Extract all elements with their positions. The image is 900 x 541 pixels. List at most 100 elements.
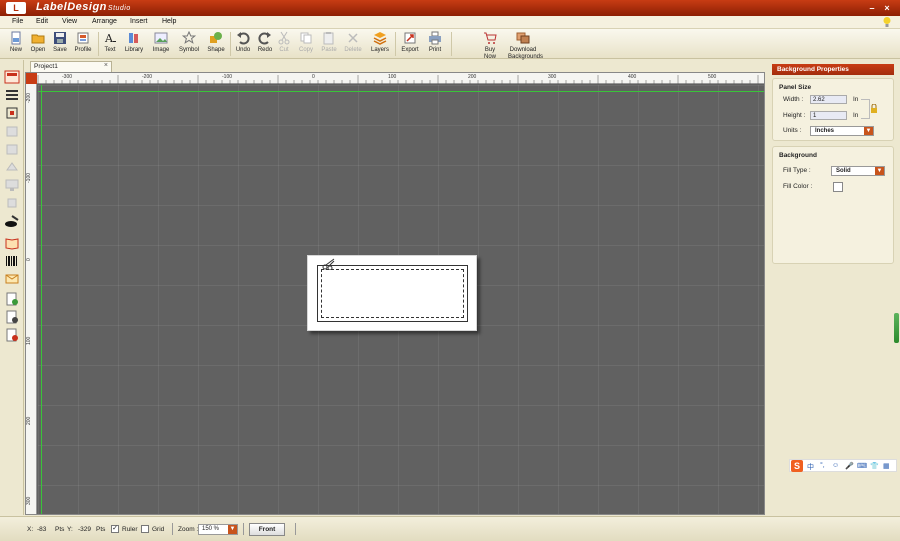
tip-bulb-icon[interactable] bbox=[882, 16, 892, 28]
book-tool[interactable] bbox=[4, 236, 20, 250]
ruler-label: 0 bbox=[312, 74, 315, 80]
properties-panel: Background Properties Panel Size Width :… bbox=[769, 60, 900, 515]
fill-tool[interactable] bbox=[4, 214, 20, 228]
y-unit: Pts bbox=[96, 526, 106, 533]
ime-chinese-mode[interactable]: 中 bbox=[807, 462, 814, 472]
download-backgrounds-icon bbox=[516, 32, 530, 44]
background-title: Background bbox=[779, 152, 817, 159]
lock-icon[interactable] bbox=[870, 104, 878, 113]
aspect-lock-bracket bbox=[861, 99, 870, 119]
copy-icon bbox=[300, 32, 312, 44]
redo-icon bbox=[258, 32, 271, 45]
ruler-label: 100 bbox=[26, 336, 32, 345]
ime-punctuation[interactable]: °, bbox=[820, 462, 825, 469]
add-item-tool[interactable] bbox=[4, 292, 20, 306]
buy-now-button[interactable]: Buy Now bbox=[477, 31, 503, 60]
menu-arrange[interactable]: Arrange bbox=[92, 18, 117, 25]
ruler-origin-corner[interactable] bbox=[26, 73, 37, 84]
group-tool[interactable] bbox=[4, 196, 20, 210]
guide-line-vertical[interactable] bbox=[41, 85, 42, 514]
ruler-label: 500 bbox=[708, 74, 717, 80]
paste-button[interactable]: Paste bbox=[316, 31, 342, 58]
front-button[interactable]: Front bbox=[249, 523, 285, 536]
scissors-icon bbox=[322, 258, 335, 270]
height-input[interactable]: 1 bbox=[810, 111, 847, 120]
sogou-logo-icon[interactable]: S bbox=[791, 460, 803, 472]
image-button[interactable]: Image bbox=[148, 31, 174, 58]
envelope-tool[interactable] bbox=[4, 272, 20, 286]
library-button[interactable]: Library bbox=[121, 31, 147, 58]
status-bar: X: -83 Pts Y: -329 Pts ✓ Ruler Grid Zoom… bbox=[0, 516, 900, 541]
app-title: LabelDesignStudio bbox=[36, 1, 131, 13]
send-back-tool[interactable] bbox=[4, 142, 20, 156]
menu-view[interactable]: View bbox=[62, 18, 77, 25]
background-group: Background Fill Type : Solid ▼ Fill Color… bbox=[772, 146, 894, 264]
profile-button[interactable]: Profile bbox=[70, 31, 96, 58]
label-safe-area bbox=[321, 269, 464, 318]
fit-tool[interactable] bbox=[4, 178, 20, 192]
zoom-select[interactable]: 150 % ▼ bbox=[198, 524, 238, 535]
crop-icon bbox=[6, 107, 18, 119]
ruler-label: 200 bbox=[26, 416, 32, 425]
design-canvas[interactable]: -300 -200 -100 0 100 200 300 400 500 -20… bbox=[25, 72, 765, 515]
delete-button[interactable]: Delete bbox=[340, 31, 366, 58]
ime-skin-icon[interactable]: 👕 bbox=[870, 462, 879, 470]
vertical-ruler[interactable]: -200 -100 0 100 200 300 bbox=[26, 73, 37, 514]
panel-scroll-thumb[interactable] bbox=[894, 313, 899, 343]
menu-help[interactable]: Help bbox=[162, 18, 176, 25]
print-button[interactable]: Print bbox=[422, 31, 448, 58]
shape-button[interactable]: Shape bbox=[203, 31, 229, 58]
menu-insert[interactable]: Insert bbox=[130, 18, 148, 25]
ruler-label: -100 bbox=[26, 172, 32, 183]
close-button[interactable]: × bbox=[881, 2, 893, 14]
ime-voice-icon[interactable]: 🎤 bbox=[845, 462, 854, 470]
remove-item-tool[interactable] bbox=[4, 328, 20, 342]
export-icon bbox=[404, 32, 416, 44]
units-select[interactable]: Inches ▼ bbox=[810, 126, 874, 136]
fill-type-select[interactable]: Solid ▼ bbox=[831, 166, 885, 176]
ruler-label: 400 bbox=[628, 74, 637, 80]
settings-item-tool[interactable] bbox=[4, 310, 20, 324]
ime-keyboard-icon[interactable]: ⌨ bbox=[857, 462, 867, 470]
ruler-label: 300 bbox=[26, 496, 32, 505]
page-settings-icon bbox=[6, 310, 18, 324]
new-file-icon bbox=[11, 31, 21, 45]
menu-file[interactable]: File bbox=[12, 18, 23, 25]
zoom-label: Zoom : bbox=[178, 526, 199, 533]
align-icon bbox=[6, 90, 18, 100]
book-icon bbox=[5, 238, 19, 250]
menu-edit[interactable]: Edit bbox=[36, 18, 48, 25]
fill-color-swatch[interactable] bbox=[833, 182, 843, 192]
close-tab-icon[interactable]: × bbox=[104, 62, 108, 69]
select-tool[interactable] bbox=[4, 70, 20, 84]
library-icon bbox=[129, 33, 138, 43]
envelope-icon bbox=[5, 274, 19, 284]
text-button[interactable]: A Text bbox=[97, 31, 123, 58]
crop-tool[interactable] bbox=[4, 106, 20, 120]
rotate-tool[interactable] bbox=[4, 160, 20, 174]
svg-text:A: A bbox=[104, 32, 114, 45]
minimize-button[interactable]: – bbox=[866, 2, 878, 14]
ruler-label: 300 bbox=[548, 74, 557, 80]
align-tool[interactable] bbox=[4, 88, 20, 102]
layers-button[interactable]: Layers bbox=[367, 31, 393, 58]
ruler-checkbox[interactable]: ✓ bbox=[111, 525, 119, 533]
ime-emoji-icon[interactable]: ☺ bbox=[832, 462, 839, 469]
barcode-tool[interactable] bbox=[4, 254, 20, 268]
guide-line-horizontal[interactable] bbox=[38, 91, 764, 92]
document-tabs: Project1 × bbox=[25, 60, 765, 72]
symbol-button[interactable]: Symbol bbox=[176, 31, 202, 58]
grid-checkbox[interactable] bbox=[141, 525, 149, 533]
menu-bar: File Edit View Arrange Insert Help bbox=[0, 16, 900, 29]
export-button[interactable]: Export bbox=[397, 31, 423, 58]
tab-project1[interactable]: Project1 × bbox=[30, 61, 112, 72]
label-panel[interactable] bbox=[307, 255, 477, 331]
panel-size-title: Panel Size bbox=[779, 84, 812, 91]
ime-toolbox-icon[interactable]: ▦ bbox=[883, 462, 890, 470]
width-input[interactable]: 2.62 bbox=[810, 95, 847, 104]
download-backgrounds-button[interactable]: Download Backgrounds bbox=[508, 31, 543, 60]
toolbar-separator bbox=[395, 32, 396, 56]
horizontal-ruler[interactable]: -300 -200 -100 0 100 200 300 400 500 bbox=[26, 73, 764, 84]
ruler-label: -300 bbox=[62, 74, 73, 80]
bring-front-tool[interactable] bbox=[4, 124, 20, 138]
